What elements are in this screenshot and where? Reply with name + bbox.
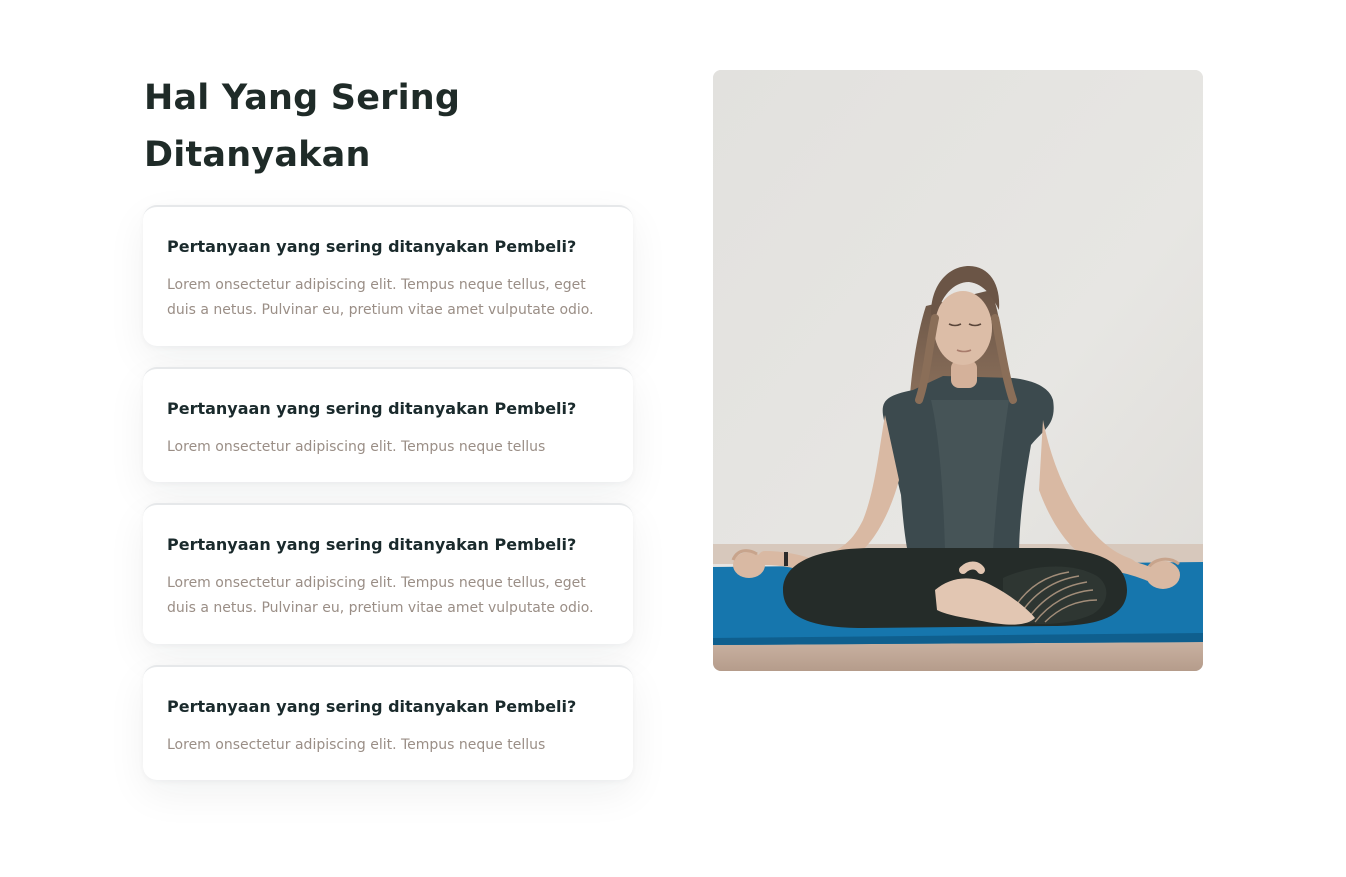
section-title: Hal Yang Sering Ditanyakan xyxy=(144,78,461,175)
faq-answer: Lorem onsectetur adipiscing elit. Tempus… xyxy=(167,575,594,616)
faq-section: Hal Yang Sering Ditanyakan Pertanyaan ya… xyxy=(0,0,1346,877)
yoga-photo-illustration xyxy=(713,70,1203,671)
faq-item-2[interactable]: Pertanyaan yang sering ditanyakan Pembel… xyxy=(143,367,633,482)
faq-question: Pertanyaan yang sering ditanyakan Pembel… xyxy=(167,237,577,256)
faq-question: Pertanyaan yang sering ditanyakan Pembel… xyxy=(167,697,577,716)
faq-answer: Lorem onsectetur adipiscing elit. Tempus… xyxy=(167,439,546,455)
faq-answer: Lorem onsectetur adipiscing elit. Tempus… xyxy=(167,277,594,318)
yoga-photo xyxy=(713,70,1203,671)
faq-item-3[interactable]: Pertanyaan yang sering ditanyakan Pembel… xyxy=(143,503,633,644)
faq-answer: Lorem onsectetur adipiscing elit. Tempus… xyxy=(167,737,546,753)
faq-list: Pertanyaan yang sering ditanyakan Pembel… xyxy=(143,205,633,801)
faq-question: Pertanyaan yang sering ditanyakan Pembel… xyxy=(167,399,577,418)
faq-item-4[interactable]: Pertanyaan yang sering ditanyakan Pembel… xyxy=(143,665,633,780)
faq-question: Pertanyaan yang sering ditanyakan Pembel… xyxy=(167,535,577,554)
faq-item-1[interactable]: Pertanyaan yang sering ditanyakan Pembel… xyxy=(143,205,633,346)
